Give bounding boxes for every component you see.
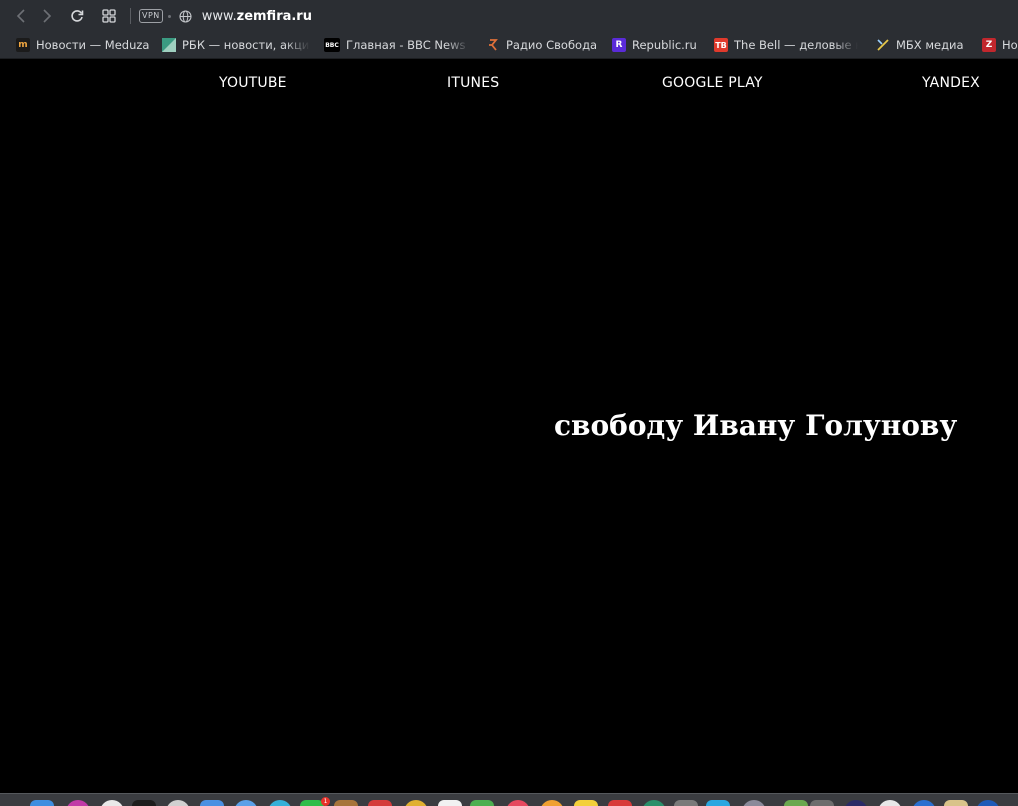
app-icon[interactable] [100, 800, 124, 806]
nav-link-itunes[interactable]: ITUNES [447, 75, 499, 91]
vpn-badge[interactable]: VPN [139, 9, 163, 23]
bookmarks-bar: m Новости — Meduza РБК — новости, акции … [0, 32, 1018, 59]
thebell-icon: TB [714, 38, 728, 52]
app-icon[interactable] [66, 800, 90, 806]
globe-icon [179, 9, 192, 23]
site-info-button[interactable] [178, 5, 194, 27]
forward-button[interactable] [36, 5, 58, 27]
bookmark-rbc[interactable]: РБК — новости, акции [162, 38, 310, 52]
nav-link-yandex[interactable]: YANDEX [922, 75, 980, 91]
z-icon: Z [982, 38, 996, 52]
bookmark-bbc[interactable]: BBC Главная - BBC News Р [324, 38, 470, 52]
app-icon[interactable] [844, 800, 868, 806]
browser-window: VPN www.zemfira.ru m Новости — Meduza РБ… [0, 0, 1018, 806]
app-icon[interactable] [166, 800, 190, 806]
radio-svoboda-icon [486, 38, 500, 52]
bookmark-label: Republic.ru [632, 38, 697, 52]
reload-button[interactable] [66, 5, 88, 27]
nav-link-youtube[interactable]: YOUTUBE [219, 75, 287, 91]
page-content: YOUTUBE ITUNES GOOGLE PLAY YANDEX свобод… [0, 59, 1018, 793]
bookmark-label: Новости — Meduza [36, 38, 150, 52]
app-icon[interactable] [334, 800, 358, 806]
app-icon[interactable] [706, 800, 730, 806]
app-icon[interactable] [404, 800, 428, 806]
address-bar[interactable]: www.zemfira.ru [202, 9, 312, 24]
macos-dock: 1 [0, 793, 1018, 806]
app-icon[interactable] [674, 800, 698, 806]
back-button[interactable] [10, 5, 32, 27]
reload-icon [71, 10, 84, 22]
app-icon[interactable] [470, 800, 494, 806]
browser-toolbar: VPN www.zemfira.ru [0, 0, 1018, 32]
url-domain: zemfira.ru [236, 8, 312, 24]
grid-icon [102, 9, 116, 23]
bookmark-mbh[interactable]: МБХ медиа [876, 38, 964, 52]
app-icon[interactable] [912, 800, 936, 806]
bookmark-label: Радио Свобода [506, 38, 598, 52]
bookmark-thebell[interactable]: TB The Bell — деловые но [714, 38, 858, 52]
chevron-right-icon [43, 9, 52, 23]
url-prefix: www. [201, 8, 237, 24]
app-icon[interactable] [234, 800, 258, 806]
app-icon[interactable] [200, 800, 224, 806]
app-icon[interactable] [742, 800, 766, 806]
app-icon[interactable] [642, 800, 666, 806]
speed-dial-button[interactable] [98, 5, 120, 27]
bookmark-label: РБК — новости, акции [182, 38, 310, 52]
notification-badge: 1 [321, 797, 330, 806]
bookmark-meduza[interactable]: m Новости — Meduza [16, 38, 149, 52]
app-icon[interactable] [784, 800, 808, 806]
app-icon[interactable] [810, 800, 834, 806]
finder-icon[interactable] [30, 800, 54, 806]
republic-icon: R [612, 38, 626, 52]
bookmark-z[interactable]: Z Но [982, 38, 1018, 52]
app-icon[interactable] [368, 800, 392, 806]
app-icon[interactable] [944, 800, 968, 806]
nav-link-google-play[interactable]: GOOGLE PLAY [662, 75, 763, 91]
calendar-icon[interactable] [608, 800, 632, 806]
bookmark-label: Но [1002, 38, 1018, 52]
mbh-icon [876, 38, 890, 52]
toolbar-divider [130, 8, 131, 24]
bookmark-republic[interactable]: R Republic.ru [612, 38, 697, 52]
chevron-left-icon [16, 9, 25, 23]
bookmark-label: МБХ медиа [896, 38, 964, 52]
app-icon[interactable] [438, 800, 462, 806]
bookmark-radio-svoboda[interactable]: Радио Свобода [486, 38, 597, 52]
terminal-icon[interactable] [132, 800, 156, 806]
vpn-status-dot [167, 14, 171, 18]
notes-icon[interactable] [574, 800, 598, 806]
bookmark-label: The Bell — деловые но [734, 38, 858, 52]
bbc-icon: BBC [324, 38, 340, 52]
rbc-icon [162, 38, 176, 52]
app-icon[interactable] [268, 800, 292, 806]
app-icon[interactable] [878, 800, 902, 806]
slogan-heading: свободу Ивану Голунову [554, 409, 958, 442]
app-icon[interactable] [506, 800, 530, 806]
app-icon[interactable] [540, 800, 564, 806]
app-icon[interactable] [976, 800, 1000, 806]
meduza-icon: m [16, 38, 30, 52]
bookmark-label: Главная - BBC News Р [346, 38, 470, 52]
